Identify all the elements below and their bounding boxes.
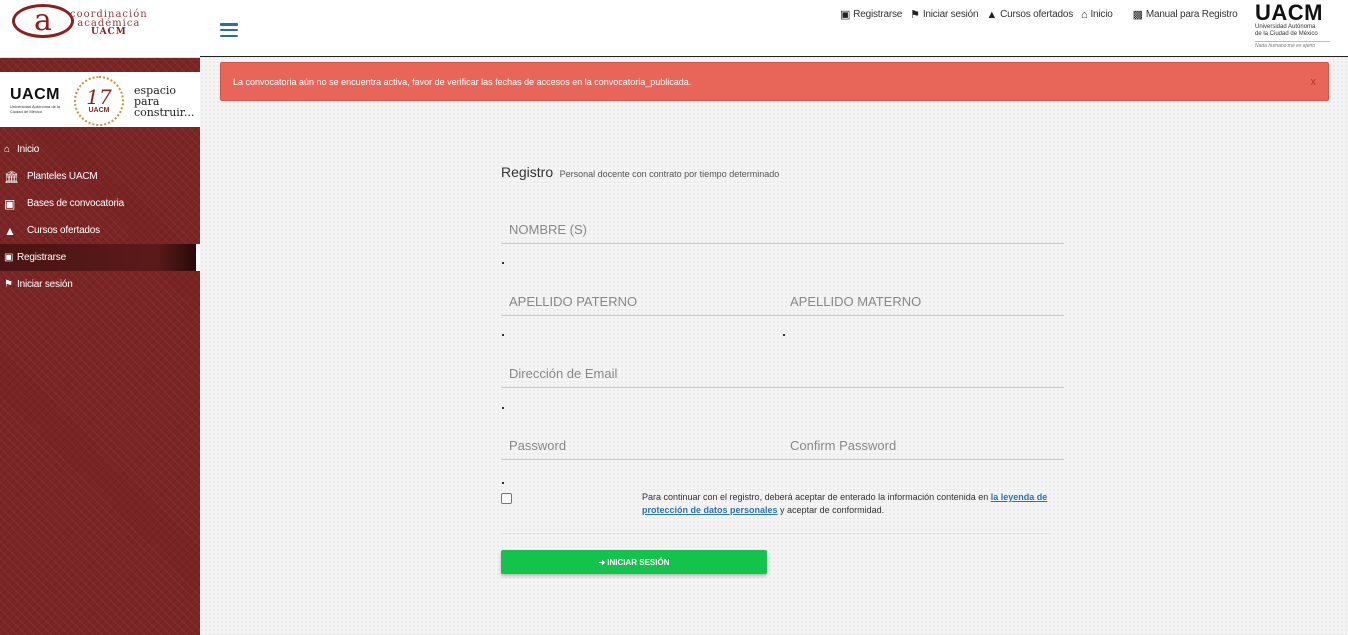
top-link-manual[interactable]: ▩ Manual para Registro bbox=[1133, 8, 1238, 21]
sidebar-item-inicio[interactable]: ⌂ Inicio bbox=[0, 136, 200, 163]
password-field bbox=[501, 432, 783, 460]
email-field bbox=[501, 360, 1064, 388]
top-link-label: Registrarse bbox=[853, 9, 903, 20]
top-nav-links: ▣ Registrarse ⚑ Iniciar sesión ▲ Cursos … bbox=[840, 8, 1245, 22]
consent-text: Para continuar con el registro, deberá a… bbox=[642, 491, 1052, 517]
flag-icon: ⚑ bbox=[910, 9, 920, 21]
book-icon: ▣ bbox=[840, 9, 851, 21]
sign-in-icon: ➜ bbox=[598, 557, 606, 567]
institution-icon: 🏛 bbox=[4, 169, 20, 184]
menu-toggle-icon[interactable] bbox=[220, 23, 238, 37]
sidebar-item-iniciar-sesion[interactable]: ⚑ Iniciar sesión bbox=[0, 271, 200, 298]
nombre-input[interactable] bbox=[501, 216, 1064, 243]
consent-text-before: Para continuar con el registro, deberá a… bbox=[642, 492, 991, 502]
uacm-logo-motto: Nada humano me es ajeno bbox=[1255, 41, 1330, 49]
banner-uacm-subtitle: Universidad Autónoma de la Ciudad de Méx… bbox=[10, 104, 61, 114]
graduation-cap-icon: ▲ bbox=[4, 223, 16, 238]
email-input[interactable] bbox=[501, 360, 1064, 387]
sidebar-item-label: Planteles UACM bbox=[27, 171, 98, 182]
submit-label: INICIAR SESIÓN bbox=[607, 557, 670, 567]
inactive-alert: La convocatoria aún no se encuentra acti… bbox=[220, 62, 1329, 101]
sidebar-item-label: Cursos ofertados bbox=[27, 225, 100, 236]
sidebar-item-label: Iniciar sesión bbox=[17, 279, 73, 290]
sidebar-nav: ⌂ Inicio 🏛 Planteles UACM ▣ Bases de con… bbox=[0, 136, 200, 298]
confirm-password-input[interactable] bbox=[782, 432, 1064, 459]
sidebar-item-cursos[interactable]: ▲ Cursos ofertados bbox=[0, 217, 200, 244]
uacm-logo-title: UACM bbox=[1255, 0, 1323, 25]
book-icon: ▣ bbox=[4, 196, 16, 211]
anniversary-number: 17 bbox=[86, 85, 112, 109]
flag-icon: ⚑ bbox=[4, 279, 13, 290]
consent-checkbox[interactable] bbox=[501, 493, 512, 504]
uacm-logo-sub-1: Universidad Autónoma bbox=[1255, 24, 1316, 30]
nombre-field bbox=[501, 216, 1064, 244]
manual-icon: ▩ bbox=[1132, 9, 1143, 21]
uacm-logo-sub-2: de la Ciudad de México bbox=[1255, 31, 1318, 37]
top-link-cursos[interactable]: ▲ Cursos ofertados bbox=[986, 9, 1073, 21]
sidebar-item-label: Bases de convocatoria bbox=[27, 198, 124, 209]
top-link-inicio[interactable]: ⌂ Inicio bbox=[1081, 9, 1113, 21]
sidebar-item-bases[interactable]: ▣ Bases de convocatoria bbox=[0, 190, 200, 217]
sidebar-item-registrarse[interactable]: ▣ Registrarse bbox=[0, 244, 200, 271]
coordinacion-academica-logo[interactable]: a coordinación académica UACM bbox=[0, 0, 200, 58]
close-icon[interactable]: x bbox=[1311, 76, 1317, 88]
top-header: ▣ Registrarse ⚑ Iniciar sesión ▲ Cursos … bbox=[200, 0, 1348, 57]
apellido-paterno-field bbox=[501, 288, 783, 316]
apellido-materno-field bbox=[782, 288, 1064, 316]
logo-text: coordinación académica UACM bbox=[70, 10, 148, 37]
sidebar-item-label: Registrarse bbox=[17, 252, 66, 263]
form-title: Registro Personal docente con contrato p… bbox=[501, 164, 779, 182]
confirm-password-field bbox=[782, 432, 1064, 460]
top-link-label: Iniciar sesión bbox=[922, 9, 979, 20]
top-link-registrarse[interactable]: ▣ Registrarse bbox=[840, 8, 902, 21]
anniversary-text: UACM bbox=[88, 107, 110, 114]
anniversary-seal: 17 UACM bbox=[74, 76, 124, 126]
uacm-logo[interactable]: UACM Universidad Autónoma de la Ciudad d… bbox=[1255, 2, 1330, 49]
book-icon: ▣ bbox=[4, 252, 14, 263]
uacm-anniversary-banner: UACM Universidad Autónoma de la Ciudad d… bbox=[0, 72, 200, 127]
banner-slogan: espacio para construir... bbox=[134, 85, 194, 118]
top-link-label: Inicio bbox=[1090, 9, 1113, 20]
banner-uacm-title: UACM bbox=[10, 86, 60, 103]
top-link-iniciar-sesion[interactable]: ⚑ Iniciar sesión bbox=[910, 8, 978, 21]
graduation-cap-icon: ▲ bbox=[986, 8, 998, 21]
home-icon: ⌂ bbox=[4, 144, 10, 155]
logo-line-3: UACM bbox=[91, 27, 127, 37]
slogan-line-3: construir... bbox=[134, 106, 195, 119]
top-link-label: Manual para Registro bbox=[1145, 9, 1238, 20]
apellido-paterno-input[interactable] bbox=[501, 288, 783, 315]
sidebar: a coordinación académica UACM UACM Unive… bbox=[0, 0, 200, 635]
sidebar-item-label: Inicio bbox=[17, 144, 40, 155]
divider bbox=[501, 533, 1049, 534]
form-title-text: Registro bbox=[501, 164, 554, 180]
password-input[interactable] bbox=[501, 432, 783, 459]
logo-letter: a bbox=[12, 4, 74, 38]
top-link-label: Cursos ofertados bbox=[1000, 9, 1074, 20]
home-icon: ⌂ bbox=[1081, 8, 1088, 21]
form-subtitle: Personal docente con contrato por tiempo… bbox=[559, 169, 780, 179]
iniciar-sesion-button[interactable]: ➜ INICIAR SESIÓN bbox=[501, 550, 767, 574]
consent-text-after: y aceptar de conformidad. bbox=[777, 505, 885, 515]
alert-message: La convocatoria aún no se encuentra acti… bbox=[233, 76, 692, 87]
apellido-materno-input[interactable] bbox=[782, 288, 1064, 315]
sidebar-item-planteles[interactable]: 🏛 Planteles UACM bbox=[0, 163, 200, 190]
